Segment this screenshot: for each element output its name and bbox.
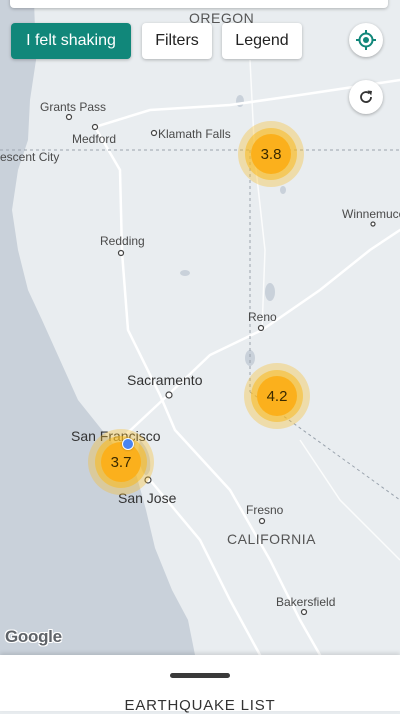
map-label-bakersfield: Bakersfield	[276, 595, 336, 609]
earthquake-list-title: EARTHQUAKE LIST	[124, 697, 276, 714]
search-bar-edge	[10, 0, 388, 8]
map-background	[0, 0, 400, 655]
legend-button[interactable]: Legend	[222, 23, 302, 59]
earthquake-list-sheet[interactable]: EARTHQUAKE LIST	[0, 655, 400, 714]
refresh-icon	[360, 90, 372, 103]
drag-handle[interactable]	[170, 673, 230, 678]
map-label-reno: Reno	[248, 310, 277, 324]
map-label-redding: Redding	[100, 234, 145, 248]
earthquake-cluster[interactable]: 3.8	[238, 121, 304, 187]
map-label-winnemucca: Winnemucca	[342, 207, 400, 221]
my-location-button[interactable]	[349, 23, 383, 57]
earthquake-cluster[interactable]: 3.7	[88, 429, 154, 495]
map-label-fresno: Fresno	[246, 503, 284, 517]
map[interactable]: OREGON Grants Pass Medford Klamath Falls…	[0, 0, 400, 655]
map-label-grants-pass: Grants Pass	[40, 100, 107, 114]
earthquake-cluster[interactable]: 4.2	[244, 363, 310, 429]
map-label-california: CALIFORNIA	[227, 531, 317, 547]
my-location-icon	[356, 30, 376, 50]
refresh-button[interactable]	[349, 80, 383, 114]
google-logo: Google	[5, 627, 62, 646]
cluster-magnitude: 3.7	[101, 442, 141, 482]
map-label-crescent-city: escent City	[0, 150, 60, 164]
felt-shaking-button[interactable]: I felt shaking	[11, 23, 131, 59]
cluster-magnitude: 4.2	[257, 376, 297, 416]
cluster-magnitude: 3.8	[251, 134, 291, 174]
filters-button[interactable]: Filters	[142, 23, 212, 59]
map-label-sacramento: Sacramento	[127, 372, 203, 388]
current-location-marker	[122, 438, 134, 450]
map-label-medford: Medford	[72, 132, 117, 146]
map-label-klamath-falls: Klamath Falls	[158, 127, 231, 141]
